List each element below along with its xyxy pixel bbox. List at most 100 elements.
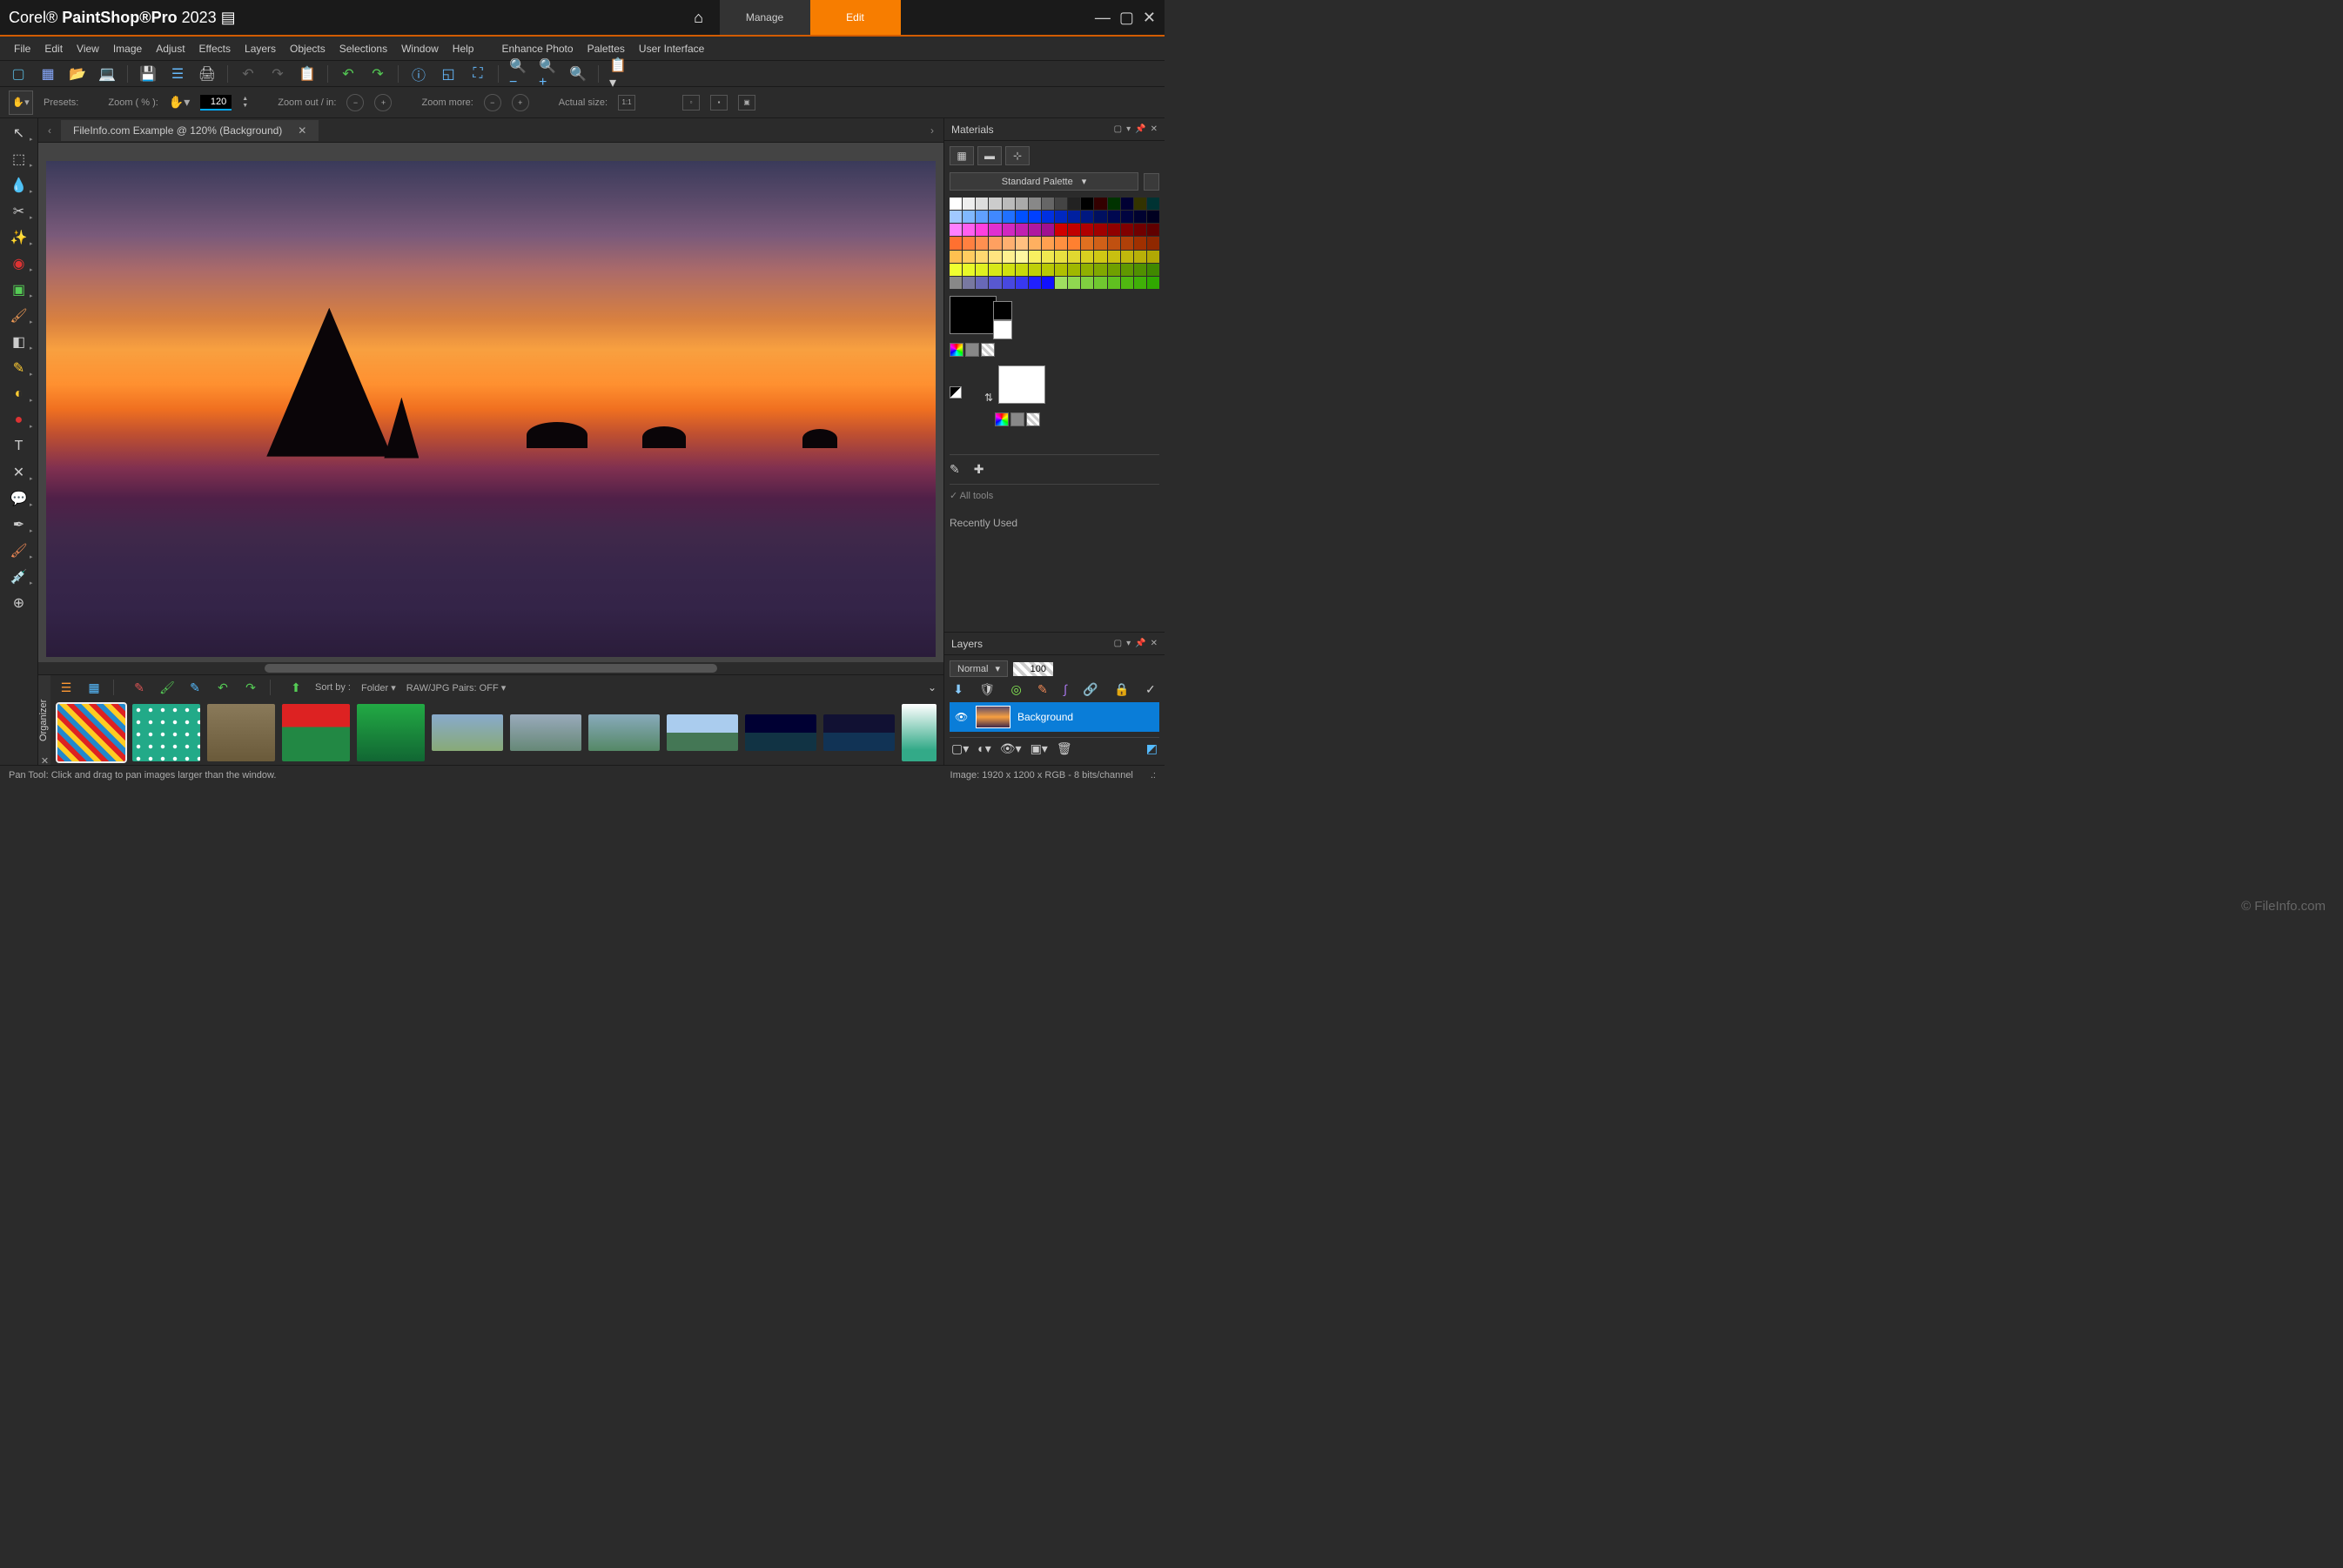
color-swatch[interactable] — [1029, 277, 1041, 289]
color-swatch[interactable] — [989, 198, 1001, 210]
new-icon[interactable]: ▢ — [9, 64, 28, 84]
organizer-close-icon[interactable]: ✕ — [39, 755, 50, 767]
tab-next-icon[interactable]: › — [926, 124, 938, 137]
org-upload-icon[interactable]: ⬆ — [287, 679, 305, 696]
color-swatch[interactable] — [963, 198, 975, 210]
zoom-more-in[interactable]: + — [512, 94, 529, 111]
color-swatch[interactable] — [1042, 211, 1054, 223]
color-swatch[interactable] — [1147, 277, 1159, 289]
adjust-layer-icon[interactable]: ◐▾ — [977, 741, 990, 756]
color-swatch[interactable] — [1134, 211, 1146, 223]
color-swatch[interactable] — [1068, 264, 1080, 276]
color-swatch[interactable] — [1029, 224, 1041, 236]
zoom-up[interactable]: ▲ — [242, 96, 248, 102]
menu-help[interactable]: Help — [447, 40, 480, 57]
thumb[interactable] — [57, 704, 125, 761]
color-swatch[interactable] — [1055, 198, 1067, 210]
color-swatch[interactable] — [1094, 198, 1106, 210]
all-tools-toggle[interactable]: ✓ All tools — [950, 484, 1159, 506]
layer-row[interactable]: 👁 Background — [950, 702, 1159, 732]
home-button[interactable]: ⌂ — [678, 0, 720, 35]
manage-tab[interactable]: Manage — [720, 0, 810, 35]
mod-sw-3[interactable] — [981, 343, 995, 357]
menu-palettes[interactable]: Palettes — [582, 40, 630, 57]
color-swatch[interactable] — [1055, 264, 1067, 276]
color-swatch[interactable] — [1003, 224, 1015, 236]
wand-tool[interactable]: ✨▸ — [3, 226, 35, 249]
canvas[interactable] — [46, 161, 936, 657]
edit-tab[interactable]: Edit — [810, 0, 901, 35]
sort-raw[interactable]: RAW/JPG Pairs: OFF ▾ — [406, 682, 507, 694]
thumb[interactable] — [357, 704, 425, 761]
bg-swatch[interactable] — [998, 365, 1045, 404]
maximize-button[interactable]: ▢ — [1119, 9, 1134, 27]
color-swatch[interactable] — [1108, 251, 1120, 263]
organizer-tab[interactable]: ✕ Organizer — [38, 675, 50, 765]
color-swatch[interactable] — [1147, 211, 1159, 223]
color-swatch[interactable] — [1108, 211, 1120, 223]
tool-preset[interactable]: ✋▾ — [9, 90, 33, 115]
actual-size-btn[interactable]: 1:1 — [618, 95, 635, 111]
color-swatch[interactable] — [1147, 251, 1159, 263]
color-swatch[interactable] — [1094, 237, 1106, 249]
zoom-out-btn[interactable]: − — [346, 94, 364, 111]
color-swatch[interactable] — [1016, 211, 1028, 223]
lay-ico-6[interactable]: 🔗 — [1083, 682, 1098, 697]
default-colors-icon[interactable] — [950, 386, 962, 399]
color-swatch[interactable] — [1042, 277, 1054, 289]
color-swatch[interactable] — [963, 224, 975, 236]
color-swatch[interactable] — [989, 237, 1001, 249]
zoom-value[interactable]: 120 — [200, 95, 232, 111]
color-swatch[interactable] — [976, 277, 988, 289]
zoomin-icon[interactable]: 🔍+ — [539, 64, 558, 84]
pal-close-icon[interactable]: ✕ — [1151, 124, 1158, 134]
menu-view[interactable]: View — [71, 40, 104, 57]
blend-mode-dropdown[interactable]: Normal▾ — [950, 660, 1008, 677]
color-swatch[interactable] — [976, 224, 988, 236]
clone-tool[interactable]: ◐▸ — [3, 383, 35, 405]
color-swatch[interactable] — [950, 211, 962, 223]
brush-tool[interactable]: 🖌▸ — [3, 305, 35, 327]
color-swatch[interactable] — [1016, 198, 1028, 210]
fg-swatch[interactable] — [950, 296, 997, 334]
color-swatch[interactable] — [1042, 251, 1054, 263]
mask-icon[interactable]: 👁▾ — [1000, 741, 1022, 756]
info-icon[interactable]: ⓘ — [409, 64, 428, 84]
fit3-btn[interactable]: ▣ — [738, 95, 755, 111]
new-layer-icon[interactable]: ▢▾ — [951, 741, 969, 756]
tab-prev-icon[interactable]: ‹ — [44, 124, 56, 137]
color-swatch[interactable] — [989, 251, 1001, 263]
crop-icon[interactable]: ◱ — [439, 64, 458, 84]
color-swatch[interactable] — [976, 237, 988, 249]
color-swatch[interactable] — [1016, 237, 1028, 249]
org-collapse-icon[interactable]: ⌄ — [928, 681, 937, 694]
color-swatch[interactable] — [1134, 251, 1146, 263]
color-swatch[interactable] — [1029, 251, 1041, 263]
color-swatch[interactable] — [1108, 198, 1120, 210]
color-swatch[interactable] — [976, 251, 988, 263]
zoom-in-btn[interactable]: + — [374, 94, 392, 111]
color-swatch[interactable] — [1094, 251, 1106, 263]
color-swatch[interactable] — [1003, 251, 1015, 263]
color-swatch[interactable] — [989, 224, 1001, 236]
thumb[interactable] — [207, 704, 275, 761]
mat-tab-3[interactable]: ⊹ — [1005, 146, 1030, 165]
lay-ico-3[interactable]: ◎ — [1010, 682, 1021, 697]
menu-image[interactable]: Image — [108, 40, 147, 57]
org-tag-icon[interactable]: ✎ — [131, 679, 148, 696]
device-icon[interactable]: 💻 — [97, 64, 117, 84]
selection-tool[interactable]: ⬚▸ — [3, 148, 35, 171]
color-swatch[interactable] — [1029, 211, 1041, 223]
color-swatch[interactable] — [950, 198, 962, 210]
crop-tool[interactable]: ✂▸ — [3, 200, 35, 223]
color-swatch[interactable] — [1134, 277, 1146, 289]
color-swatch[interactable] — [1134, 237, 1146, 249]
pencil-tool[interactable]: ✎▸ — [3, 357, 35, 379]
color-swatch[interactable] — [963, 251, 975, 263]
color-swatch[interactable] — [1042, 198, 1054, 210]
color-swatch[interactable] — [963, 277, 975, 289]
lay-close-icon[interactable]: ✕ — [1151, 639, 1158, 648]
color-swatch[interactable] — [1081, 264, 1093, 276]
redeye-tool[interactable]: ◉▸ — [3, 252, 35, 275]
clipboard-icon[interactable]: 📋 — [298, 64, 317, 84]
